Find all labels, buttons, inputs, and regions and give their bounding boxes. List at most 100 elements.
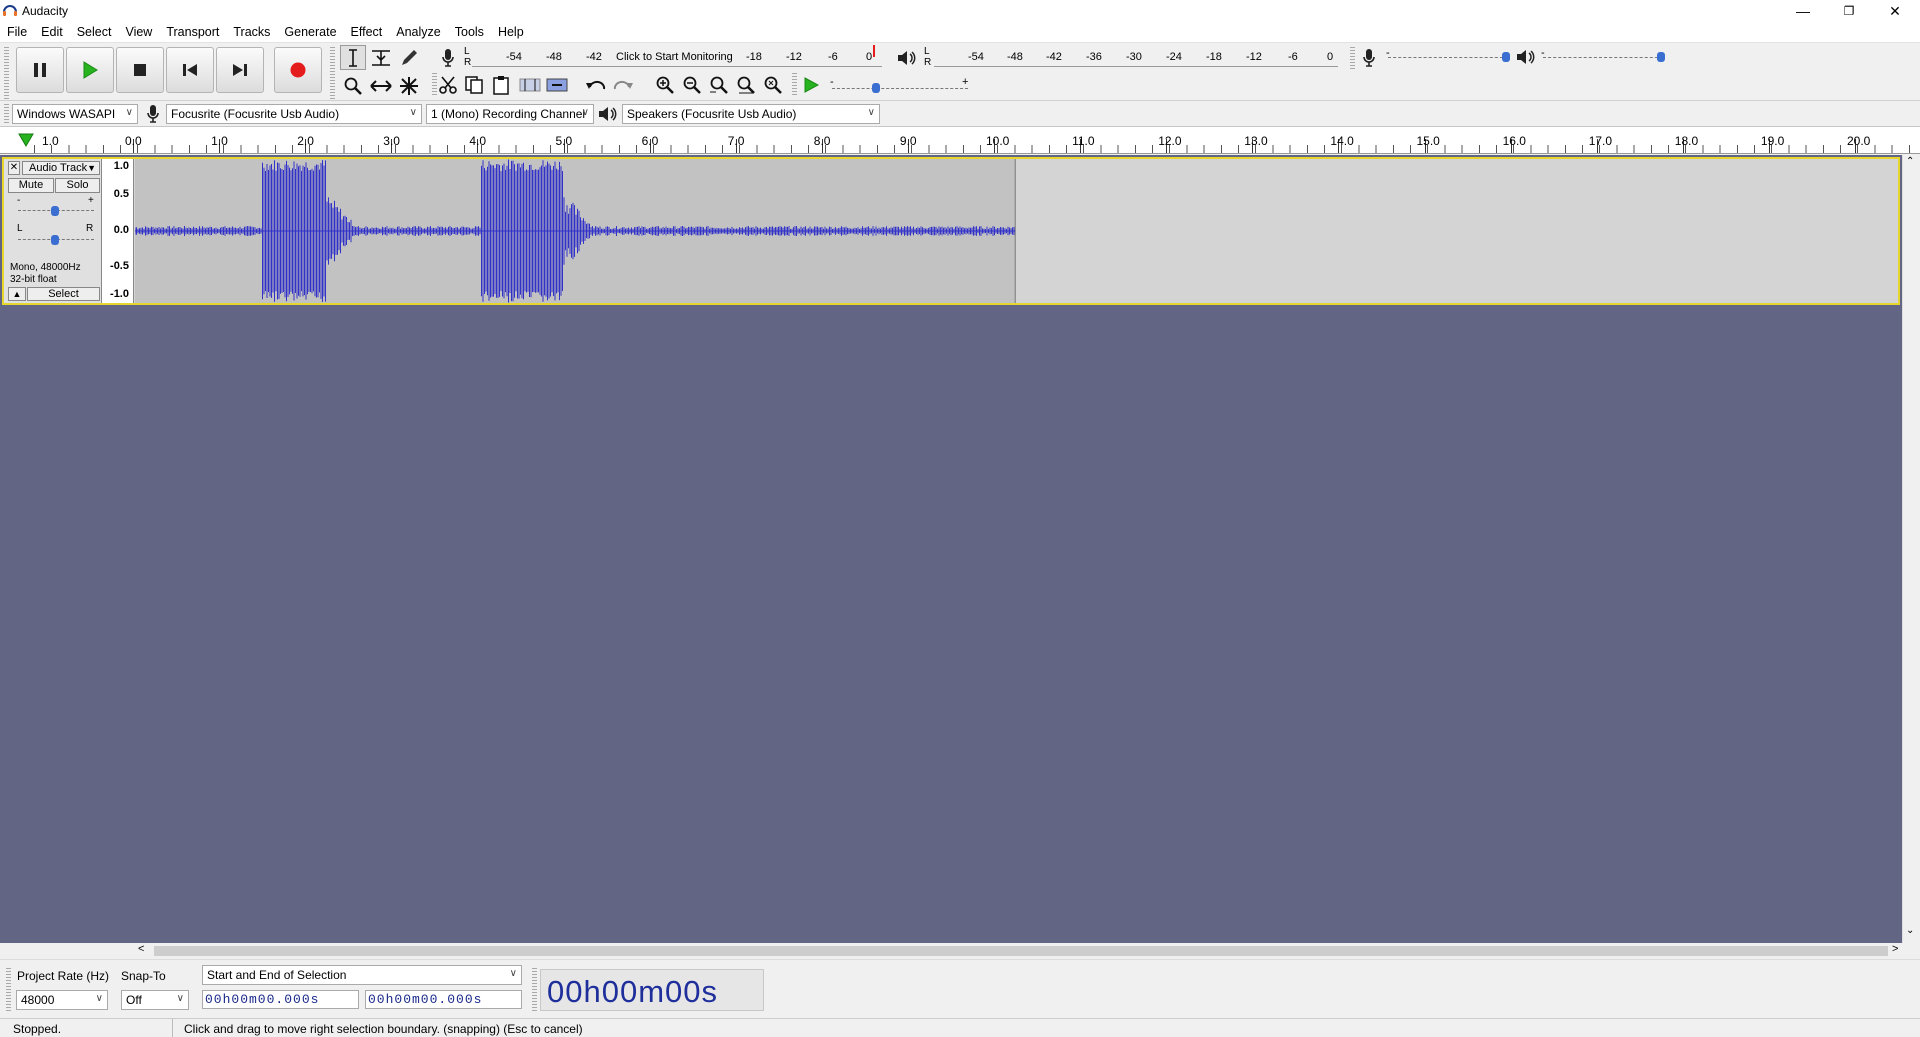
trim-button[interactable] [517, 72, 543, 97]
scroll-up-icon[interactable]: ⌃ [1906, 156, 1914, 167]
collapse-track-button[interactable]: ▲ [8, 287, 26, 301]
tracks-panel[interactable]: ✕ Audio Track ▼ Mute Solo - + L R Mono, … [0, 155, 1902, 943]
horizontal-scrollbar[interactable]: < > [0, 943, 1920, 959]
audio-track[interactable]: ✕ Audio Track ▼ Mute Solo - + L R Mono, … [2, 157, 1900, 305]
cut-button[interactable] [435, 72, 461, 97]
menu-effect[interactable]: Effect [351, 25, 383, 39]
skip-to-start-icon [183, 64, 197, 76]
selection-tool-button[interactable] [340, 45, 366, 70]
menu-file[interactable]: File [7, 25, 27, 39]
playback-meter[interactable]: -54 -48 -42 -36 -30 -24 -18 -12 -6 0 [934, 51, 1338, 67]
recording-channels-select[interactable]: 1 (Mono) Recording Channel [426, 104, 594, 124]
menu-analyze[interactable]: Analyze [396, 25, 440, 39]
slider-min-label: - [830, 76, 834, 88]
menu-transport[interactable]: Transport [166, 25, 219, 39]
pan-slider-thumb[interactable] [51, 235, 59, 245]
input-device-select[interactable]: Focusrite (Focusrite Usb Audio) [166, 104, 422, 124]
slider-thumb[interactable] [872, 83, 880, 93]
playback-meter-button[interactable] [894, 45, 920, 70]
waveform-display[interactable] [135, 159, 1898, 303]
scroll-right-icon[interactable]: > [1892, 943, 1898, 955]
fit-project-button[interactable] [733, 72, 759, 97]
silence-button[interactable] [544, 72, 570, 97]
envelope-tool-button[interactable] [368, 45, 394, 70]
play-at-speed-button[interactable] [798, 72, 824, 97]
playback-volume-slider[interactable] [1543, 57, 1663, 58]
minimize-button[interactable]: — [1780, 0, 1826, 22]
gain-slider-thumb[interactable] [51, 206, 59, 216]
track-name-menu-button[interactable]: Audio Track ▼ [22, 161, 100, 175]
zoom-in-icon [656, 76, 674, 94]
audio-host-select[interactable]: Windows WASAPI [12, 104, 138, 124]
skip-to-end-button[interactable] [216, 47, 264, 93]
menu-view[interactable]: View [125, 25, 152, 39]
selection-end-time[interactable]: 00h00m00.000s [365, 990, 522, 1009]
vertical-scrollbar[interactable]: ⌃ ⌄ [1902, 155, 1920, 943]
toolbar-grip[interactable] [4, 47, 9, 99]
speaker-icon [898, 50, 916, 65]
skip-to-start-button[interactable] [166, 47, 214, 93]
menu-tools[interactable]: Tools [455, 25, 484, 39]
restore-button[interactable]: ❐ [1826, 0, 1872, 22]
menu-tracks[interactable]: Tracks [233, 25, 270, 39]
zoom-toggle-button[interactable] [760, 72, 786, 97]
zoom-in-button[interactable] [652, 72, 678, 97]
fit-selection-button[interactable] [706, 72, 732, 97]
pause-button[interactable] [16, 47, 64, 93]
copy-button[interactable] [461, 72, 487, 97]
output-device-select[interactable]: Speakers (Focusrite Usb Audio) [622, 104, 880, 124]
start-monitoring-label[interactable]: Click to Start Monitoring [616, 51, 733, 63]
menu-help[interactable]: Help [498, 25, 524, 39]
project-rate-select[interactable]: 48000 [16, 990, 108, 1010]
scroll-left-icon[interactable]: < [138, 943, 144, 955]
scroll-down-icon[interactable]: ⌄ [1906, 925, 1914, 936]
zoom-tool-button[interactable] [340, 73, 366, 98]
channel-right-label: R [464, 57, 472, 68]
toolbar-grip[interactable] [6, 968, 11, 1012]
amplitude-ruler[interactable]: 1.0 0.5 0.0 -0.5 -1.0 [102, 159, 134, 303]
play-button[interactable] [66, 47, 114, 93]
gain-min-label: - [17, 195, 21, 206]
menu-select[interactable]: Select [77, 25, 112, 39]
recording-volume-slider[interactable] [1388, 57, 1508, 58]
snap-to-select[interactable]: Off [121, 990, 189, 1010]
timeline-ruler[interactable]: 1.0 0.0 1.0 2.0 3.0 4.0 5.0 6.0 7.0 8.0 9.0 10.0 11… [0, 127, 1920, 154]
play-speed-slider[interactable] [832, 88, 968, 89]
fit-project-icon [737, 76, 755, 94]
select-track-button[interactable]: Select [27, 287, 100, 301]
close-button[interactable]: ✕ [1872, 0, 1918, 22]
toolbar-grip[interactable] [1350, 47, 1355, 69]
stop-button[interactable] [116, 47, 164, 93]
zoom-out-button[interactable] [679, 72, 705, 97]
time-shift-tool-button[interactable] [368, 73, 394, 98]
slider-thumb[interactable] [1657, 52, 1665, 62]
mute-button[interactable]: Mute [8, 178, 54, 193]
toolbar-grip[interactable] [792, 73, 797, 95]
toolbar-grip[interactable] [532, 968, 537, 1012]
slider-thumb[interactable] [1502, 52, 1510, 62]
audio-position-display[interactable]: 00h00m00s [540, 969, 764, 1011]
ruler-tick-label: 19.0 [1760, 134, 1785, 148]
meter-tick: -42 [586, 51, 602, 63]
close-track-button[interactable]: ✕ [8, 161, 20, 175]
paste-button[interactable] [488, 72, 514, 97]
undo-button[interactable] [583, 72, 609, 97]
paste-icon [493, 75, 509, 95]
solo-button[interactable]: Solo [55, 178, 100, 193]
record-meter[interactable]: -54 -48 -42 Click to Start Monitoring -1… [472, 51, 882, 67]
playback-volume-icon-wrap [1516, 48, 1536, 69]
redo-button[interactable] [610, 72, 636, 97]
multi-tool-button[interactable] [396, 73, 422, 98]
record-meter-channels: L R [464, 46, 471, 68]
toolbar-grip[interactable] [330, 47, 335, 99]
record-button[interactable] [274, 47, 322, 93]
draw-tool-button[interactable] [396, 45, 422, 70]
menu-edit[interactable]: Edit [41, 25, 63, 39]
record-meter-button[interactable] [435, 45, 461, 70]
toolbar-grip[interactable] [4, 104, 9, 124]
scroll-thumb[interactable] [154, 946, 1888, 956]
selection-mode-select[interactable]: Start and End of Selection [202, 965, 522, 985]
selection-start-time[interactable]: 00h00m00.000s [202, 990, 359, 1009]
redo-icon [613, 80, 633, 89]
menu-generate[interactable]: Generate [284, 25, 336, 39]
